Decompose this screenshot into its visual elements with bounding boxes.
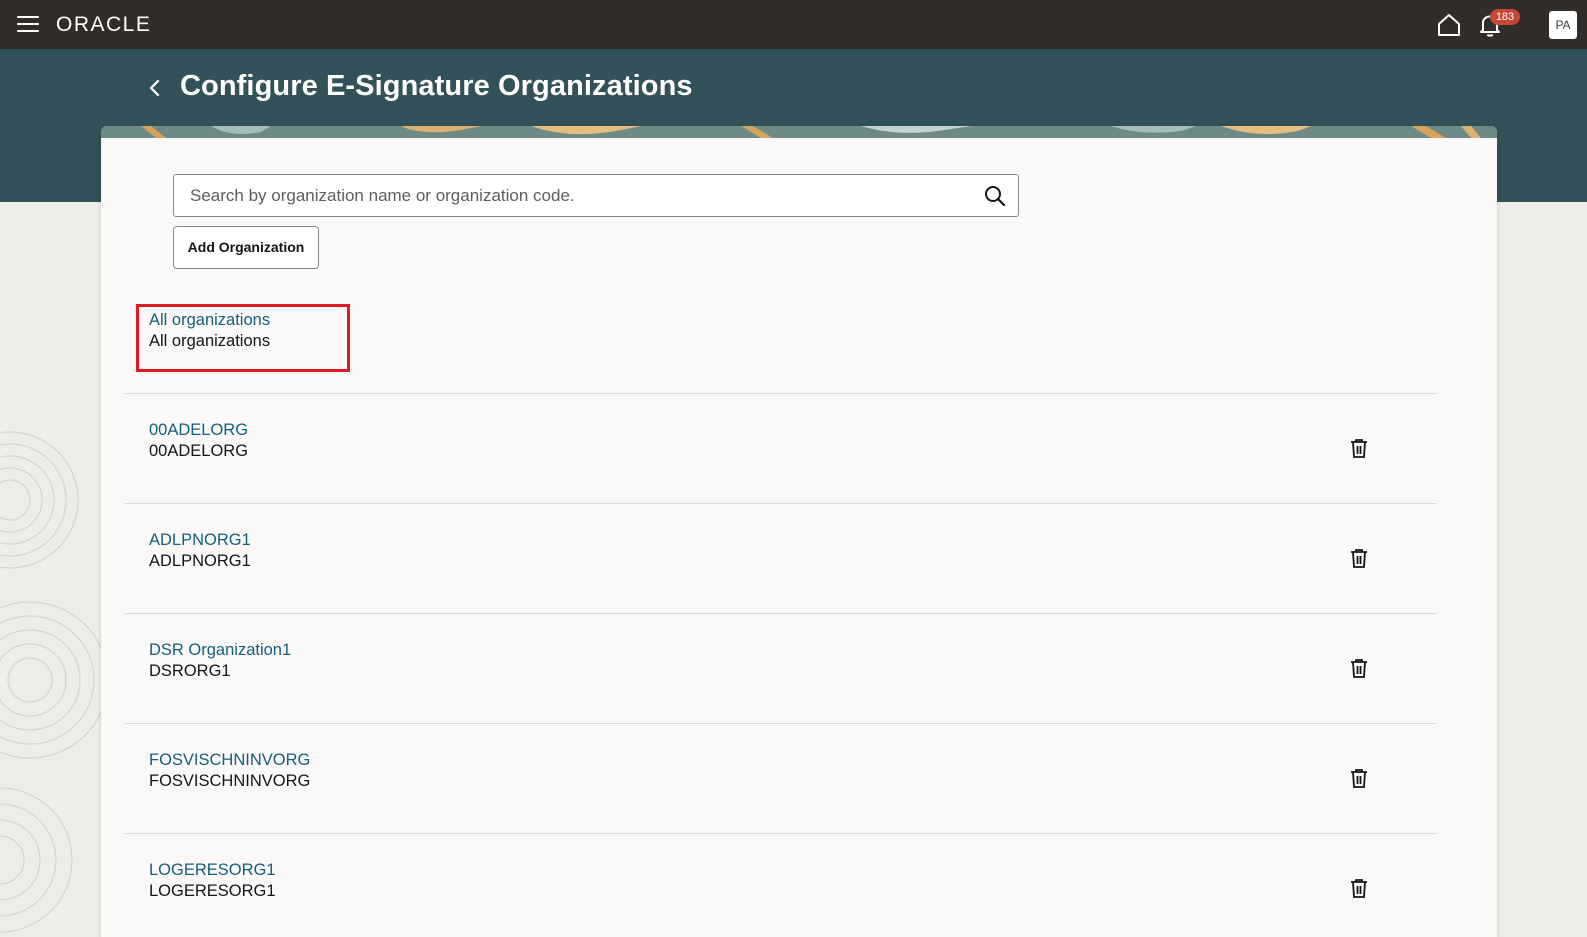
row-divider	[125, 613, 1437, 614]
user-avatar[interactable]: PA	[1549, 11, 1577, 39]
row-divider	[125, 503, 1437, 504]
page-title: Configure E-Signature Organizations	[180, 70, 693, 102]
back-arrow-icon[interactable]	[145, 76, 165, 100]
delete-icon[interactable]	[1350, 548, 1368, 568]
delete-icon[interactable]	[1350, 878, 1368, 898]
background-pattern	[0, 431, 102, 933]
notification-count-badge: 183	[1490, 9, 1520, 25]
org-name-link[interactable]: 00ADELORG	[149, 421, 248, 440]
org-code: 00ADELORG	[149, 442, 249, 460]
row-divider	[125, 833, 1437, 834]
organizations-card: Add Organization All organizations All o…	[101, 126, 1497, 937]
row-divider	[125, 393, 1437, 394]
brand-text: ORACLE	[56, 13, 151, 35]
org-code: DSRORG1	[149, 662, 231, 680]
all-organizations-code: All organizations	[149, 332, 271, 350]
all-organizations-link[interactable]: All organizations	[149, 311, 270, 330]
org-name-link[interactable]: LOGERESORG1	[149, 861, 276, 880]
org-name-link[interactable]: DSR Organization1	[149, 641, 291, 660]
decorative-strip	[101, 126, 1497, 138]
delete-icon[interactable]	[1350, 768, 1368, 788]
delete-icon[interactable]	[1350, 658, 1368, 678]
org-code: FOSVISCHNINVORG	[149, 772, 311, 790]
background-right	[1497, 202, 1587, 937]
org-code: LOGERESORG1	[149, 882, 276, 900]
search-input[interactable]	[174, 175, 974, 216]
oracle-logo[interactable]: ORACLE	[56, 13, 160, 40]
global-header: ORACLE 183 PA	[0, 0, 1587, 49]
menu-icon[interactable]	[17, 16, 39, 33]
org-name-link[interactable]: FOSVISCHNINVORG	[149, 751, 310, 770]
org-code: ADLPNORG1	[149, 552, 251, 570]
add-organization-button[interactable]: Add Organization	[173, 226, 319, 269]
search-icon[interactable]	[983, 184, 1007, 208]
row-divider	[125, 723, 1437, 724]
search-field	[173, 174, 1019, 217]
org-name-link[interactable]: ADLPNORG1	[149, 531, 251, 550]
delete-icon[interactable]	[1350, 438, 1368, 458]
home-icon[interactable]	[1436, 12, 1462, 38]
